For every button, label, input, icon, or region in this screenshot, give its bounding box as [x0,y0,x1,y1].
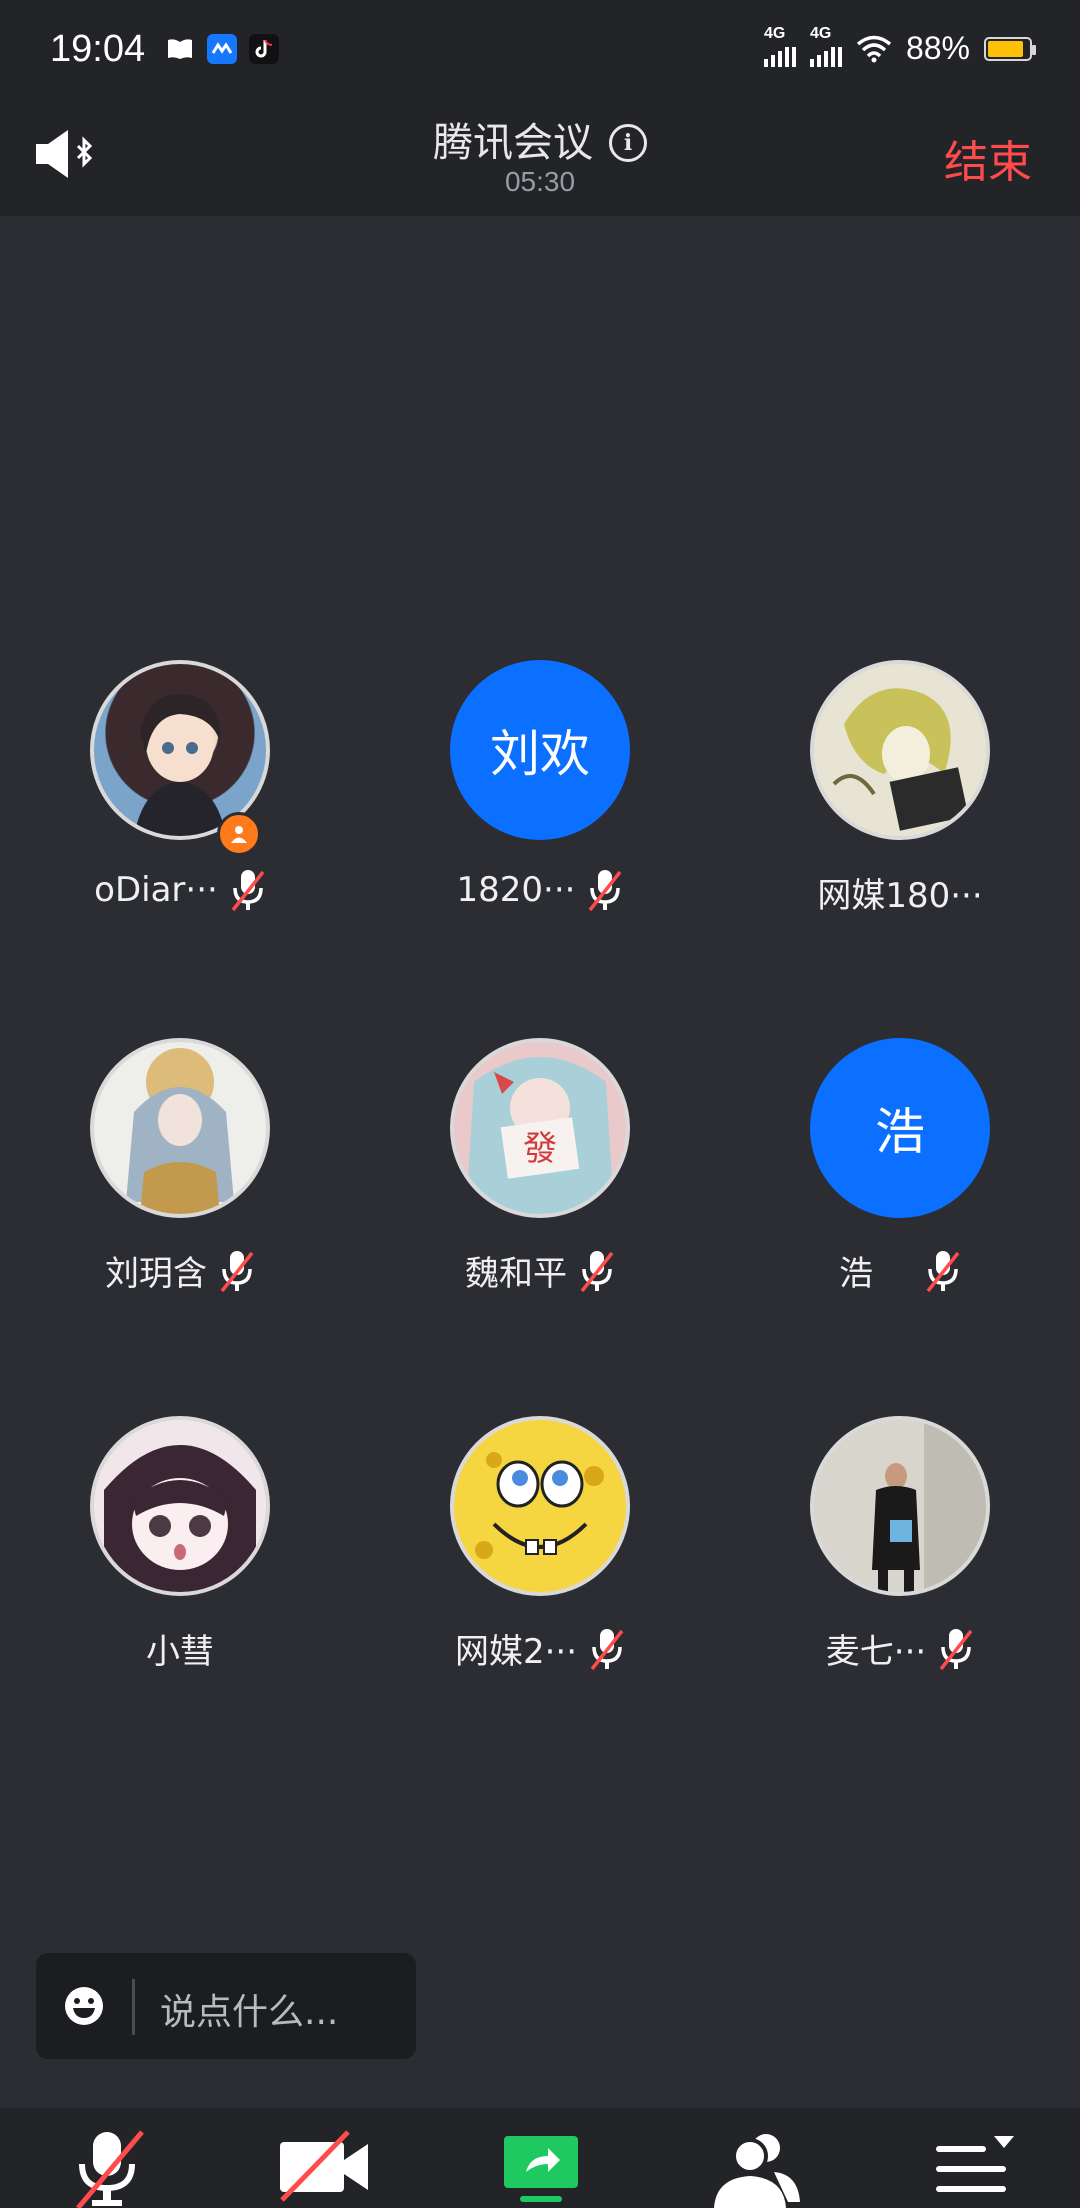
participant-name-row: 网媒2··· [360,1624,720,1673]
status-bar: 19:04 4G 4G 88% [0,0,1080,100]
participant-name: 1820··· [456,870,576,910]
avatar [90,1038,270,1218]
wifi-icon [856,35,892,62]
tiktok-icon [249,34,279,64]
avatar [450,1416,630,1596]
participant-name: 网媒180··· [817,876,983,916]
meeting-header: 腾讯会议 i 05:30 结束 [0,100,1080,216]
participant-name: 麦七··· [825,1632,927,1672]
avatar [90,1416,270,1596]
emoji-icon[interactable] [64,1986,104,2026]
participant-name: oDiar··· [94,870,218,910]
participant-name-row: 麦七··· [720,1624,1080,1673]
avatar [810,1416,990,1596]
camera-off-icon[interactable] [268,2126,378,2208]
signal-icon-2: 4G [809,25,842,67]
signal-icon: 4G [763,25,796,67]
participant-name-row: 1820··· [360,868,720,912]
meeting-title[interactable]: 腾讯会议 i [0,110,1080,168]
participant-name: 刘玥含 [105,1254,207,1294]
chat-placeholder: 说点什么... [160,1992,339,2033]
mic-muted-icon [589,870,622,912]
participant-name: 小彗 [146,1632,214,1672]
end-meeting-button[interactable]: 结束 [944,126,1032,190]
battery-percent: 88% [905,30,970,66]
status-time: 19:04 [50,28,146,70]
participant-name-row: 刘玥含 [0,1246,360,1295]
avatar [810,660,990,840]
message-app-icon [207,34,237,64]
meeting-duration: 05:30 [504,166,576,197]
mic-muted-icon[interactable] [52,2126,162,2208]
avatar: 發 [450,1038,630,1218]
host-badge-icon [217,812,261,856]
mic-muted-icon [590,1628,624,1670]
participant-name-row: 网媒180··· [720,868,1080,917]
avatar-initials: 浩 [810,1038,990,1218]
participants-icon[interactable] [702,2126,812,2208]
svg-text:發: 發 [523,1129,557,1169]
participant-name-row: 浩 [720,1246,1080,1295]
mic-muted-icon [220,1250,254,1292]
participant-name-row: 小彗 [0,1624,360,1673]
participant-name: 浩 [839,1254,873,1294]
participant-name: 魏和平 [465,1254,567,1294]
mic-muted-icon [926,1250,960,1292]
share-screen-icon[interactable] [486,2126,596,2208]
more-menu-icon[interactable] [918,2126,1028,2208]
participant-name: 网媒2··· [454,1632,578,1672]
book-icon [165,34,195,64]
participant-name-row: 魏和平 [360,1246,720,1295]
status-indicators: 4G 4G 88% [763,25,1036,67]
chat-divider [132,1979,135,2035]
info-icon[interactable]: i [609,124,647,162]
participant-name-row: oDiar··· [0,868,360,912]
meeting-title-text: 腾讯会议 [433,120,593,166]
battery-icon [984,36,1036,61]
avatar-initials: 刘欢 [450,660,630,840]
notification-icons [165,34,279,64]
mic-muted-icon [580,1250,614,1292]
bottom-toolbar [0,2108,1080,2208]
mic-muted-icon [939,1628,973,1670]
mic-muted-icon [231,870,265,912]
chat-input[interactable]: 说点什么... [36,1953,416,2059]
